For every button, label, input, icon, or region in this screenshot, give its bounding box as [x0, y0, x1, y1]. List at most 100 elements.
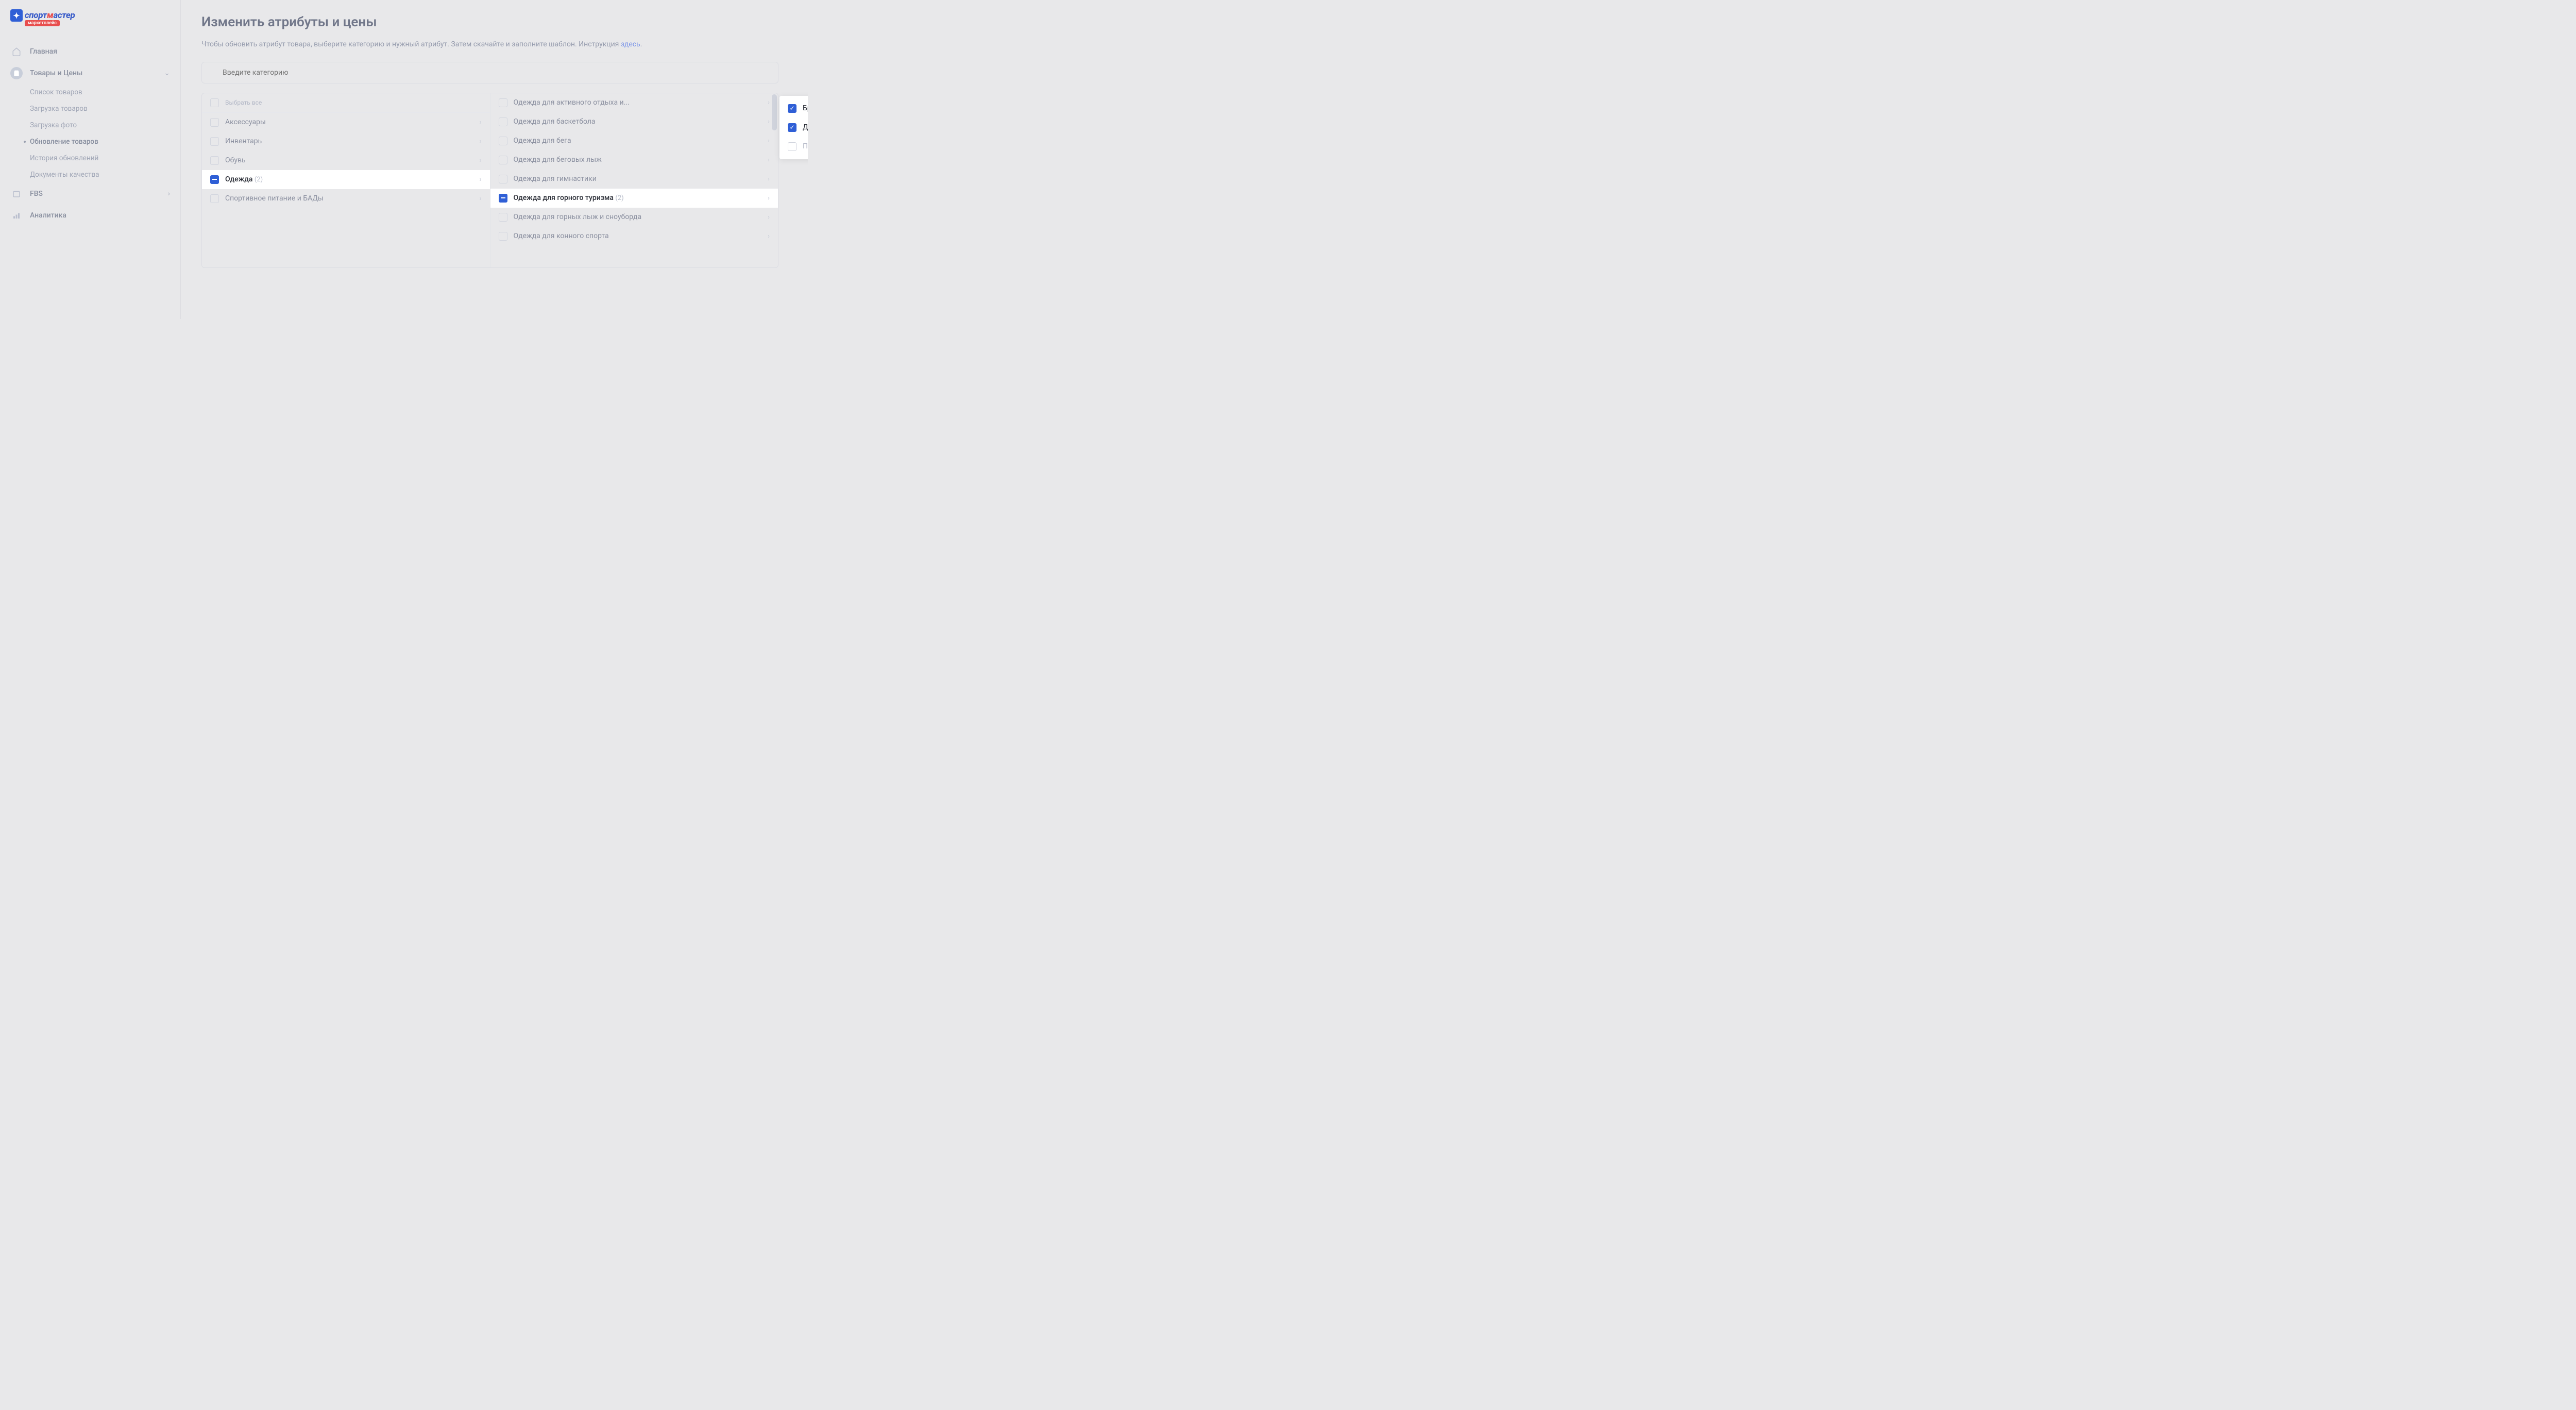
- category-label: Одежда для беговых лыж: [514, 156, 762, 164]
- chevron-right-icon: ›: [768, 156, 770, 164]
- category-label: Одежда для горного туризма (2): [514, 194, 762, 202]
- nav-sub-list[interactable]: Список товаров: [30, 84, 180, 100]
- chart-icon: [10, 209, 23, 222]
- category-picker: Выбрать все Аксессуары›Инвентарь›Обувь›О…: [201, 93, 778, 268]
- logo-icon: ✦: [10, 9, 23, 22]
- category-count: (2): [255, 176, 263, 183]
- chevron-right-icon: ›: [768, 175, 770, 183]
- category-label: Одежда для гимнастики: [514, 175, 762, 183]
- category-label: Одежда для баскетбола: [514, 118, 762, 126]
- category-checkbox[interactable]: [210, 175, 219, 184]
- nav-sub-update[interactable]: Обновление товаров: [30, 133, 180, 150]
- select-all-row[interactable]: Выбрать все: [202, 93, 490, 113]
- leaf-label: Джемперы для горного туризма: [803, 123, 808, 131]
- category-checkbox[interactable]: [499, 118, 507, 126]
- chevron-right-icon: ›: [768, 232, 770, 240]
- nav-sub-history[interactable]: История обновлений: [30, 150, 180, 166]
- category-checkbox[interactable]: [499, 156, 507, 164]
- leaf-label: Брюки для горного туризма: [803, 104, 808, 112]
- category-row[interactable]: Одежда для активного отдыха и... ›: [490, 93, 778, 112]
- category-row[interactable]: Одежда (2) ›: [202, 170, 490, 189]
- leaf-checkbox[interactable]: ✓: [788, 123, 796, 132]
- chevron-right-icon: ›: [768, 137, 770, 145]
- page-description: Чтобы обновить атрибут товара, выберите …: [201, 39, 778, 51]
- logo-subtitle: маркетплейс: [25, 20, 60, 26]
- category-row[interactable]: Спортивное питание и БАДы ›: [202, 189, 490, 208]
- category-search-input[interactable]: [201, 62, 778, 83]
- chevron-right-icon: ›: [168, 190, 170, 198]
- select-all-checkbox[interactable]: [210, 98, 219, 107]
- chevron-right-icon: ›: [480, 176, 482, 183]
- category-checkbox[interactable]: [499, 194, 507, 203]
- home-icon: [10, 45, 23, 58]
- category-col-2: Одежда для активного отдыха и...›Одежда …: [490, 93, 778, 267]
- category-row[interactable]: Аксессуары ›: [202, 113, 490, 132]
- category-checkbox[interactable]: [210, 137, 219, 146]
- box-icon: [10, 188, 23, 200]
- category-label: Обувь: [225, 156, 473, 164]
- category-row[interactable]: Одежда для гимнастики ›: [490, 170, 778, 189]
- chevron-right-icon: ›: [768, 213, 770, 221]
- main: Изменить атрибуты и цены Чтобы обновить …: [180, 0, 808, 319]
- category-col-1: Выбрать все Аксессуары›Инвентарь›Обувь›О…: [202, 93, 490, 267]
- products-icon: [10, 67, 23, 79]
- category-row[interactable]: Одежда для конного спорта ›: [490, 227, 778, 246]
- chevron-right-icon: ›: [480, 138, 482, 145]
- category-label: Одежда для активного отдыха и...: [514, 98, 762, 107]
- sidebar: ✦ спортмастер маркетплейс Главная Товары…: [0, 0, 180, 319]
- chevron-right-icon: ›: [768, 99, 770, 107]
- leaf-checkbox[interactable]: [788, 142, 796, 151]
- category-checkbox[interactable]: [499, 213, 507, 222]
- chevron-right-icon: ›: [768, 194, 770, 202]
- category-label: Одежда для конного спорта: [514, 232, 762, 240]
- category-checkbox[interactable]: [210, 156, 219, 165]
- category-row[interactable]: Одежда для горного туризма (2) ›: [490, 189, 778, 208]
- nav: Главная Товары и Цены ⌄ Список товаров З…: [0, 41, 180, 226]
- nav-sub-upload[interactable]: Загрузка товаров: [30, 100, 180, 117]
- category-checkbox[interactable]: [210, 118, 219, 127]
- category-col-3-popup: ✓ Брюки для горного туризма ✓ Джемперы для …: [779, 96, 808, 159]
- category-checkbox[interactable]: [499, 175, 507, 183]
- category-row[interactable]: Одежда для бега ›: [490, 131, 778, 150]
- category-label: Одежда (2): [225, 175, 473, 183]
- leaf-label: Полукомбинезоны для горного туризма: [803, 142, 808, 150]
- page-title: Изменить атрибуты и цены: [201, 14, 778, 30]
- nav-sub-photo[interactable]: Загрузка фото: [30, 117, 180, 133]
- leaf-category-row[interactable]: Полукомбинезоны для горного туризма: [779, 137, 808, 156]
- logo-text: спортмастер: [25, 10, 75, 21]
- nav-analytics[interactable]: Аналитика: [0, 205, 180, 226]
- nav-fbs[interactable]: FBS ›: [0, 183, 180, 205]
- nav-products-sub: Список товаров Загрузка товаров Загрузка…: [0, 84, 180, 183]
- logo[interactable]: ✦ спортмастер маркетплейс: [0, 5, 180, 36]
- chevron-down-icon: ⌄: [164, 69, 170, 77]
- category-label: Спортивное питание и БАДы: [225, 194, 473, 203]
- leaf-category-row[interactable]: ✓ Джемперы для горного туризма: [779, 118, 808, 137]
- category-row[interactable]: Одежда для баскетбола ›: [490, 112, 778, 131]
- category-label: Инвентарь: [225, 137, 473, 145]
- chevron-right-icon: ›: [480, 157, 482, 164]
- select-all-label: Выбрать все: [225, 99, 262, 106]
- nav-label: Аналитика: [30, 211, 66, 220]
- nav-sub-docs[interactable]: Документы качества: [30, 166, 180, 183]
- category-row[interactable]: Обувь ›: [202, 151, 490, 170]
- category-label: Одежда для горных лыж и сноуборда: [514, 213, 762, 221]
- category-checkbox[interactable]: [499, 232, 507, 241]
- category-row[interactable]: Одежда для горных лыж и сноуборда ›: [490, 208, 778, 227]
- category-label: Одежда для бега: [514, 137, 762, 145]
- instruction-link[interactable]: здесь: [621, 40, 640, 48]
- nav-label: FBS: [30, 190, 43, 198]
- chevron-right-icon: ›: [480, 119, 482, 126]
- leaf-checkbox[interactable]: ✓: [788, 104, 796, 113]
- nav-products[interactable]: Товары и Цены ⌄: [0, 62, 180, 84]
- category-row[interactable]: Одежда для беговых лыж ›: [490, 150, 778, 170]
- nav-home[interactable]: Главная: [0, 41, 180, 62]
- leaf-category-row[interactable]: ✓ Брюки для горного туризма: [779, 99, 808, 118]
- category-row[interactable]: Инвентарь ›: [202, 132, 490, 151]
- chevron-right-icon: ›: [480, 195, 482, 203]
- category-label: Аксессуары: [225, 118, 473, 126]
- category-checkbox[interactable]: [499, 98, 507, 107]
- chevron-right-icon: ›: [768, 118, 770, 126]
- category-checkbox[interactable]: [499, 137, 507, 145]
- category-checkbox[interactable]: [210, 194, 219, 203]
- category-count: (2): [615, 194, 623, 202]
